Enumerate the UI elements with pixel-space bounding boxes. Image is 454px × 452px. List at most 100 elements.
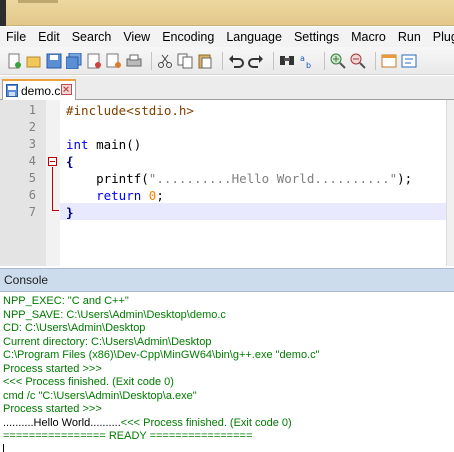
console-line: NPP_EXEC: "C and C++" (3, 295, 129, 309)
copy-icon[interactable] (177, 53, 193, 69)
console-line-text: Process started >>> (3, 403, 102, 415)
toolbar-separator (151, 51, 152, 70)
menu-language[interactable]: Language (220, 27, 288, 47)
new-file-icon[interactable] (6, 53, 22, 69)
close-all-icon[interactable] (106, 53, 122, 69)
line-number: 5 (28, 171, 36, 185)
toolbar-separator (273, 51, 274, 70)
code-line[interactable]: #include<stdio.h> (66, 102, 194, 119)
zoom-in-icon[interactable] (330, 53, 346, 69)
code-line[interactable]: return 0; (66, 187, 164, 204)
line-number: 4 (28, 154, 36, 168)
menu-plug[interactable]: Plug (427, 27, 454, 47)
close-tab-icon[interactable] (61, 84, 72, 95)
console-line-suffix: <<< Process finished. (Exit code 0) (120, 416, 292, 429)
code-token: "..........Hello World.........." (148, 171, 398, 186)
console-title: Console (4, 273, 49, 287)
console-line-text: Process started >>> (3, 362, 102, 375)
title-bar-fragment (18, 0, 58, 3)
code-token: ; (156, 188, 164, 203)
zoom-out-icon[interactable] (350, 53, 366, 69)
line-number: 3 (28, 137, 36, 151)
console-line-text: NPP_EXEC: "C and C++" (3, 295, 129, 307)
code-token: } (66, 205, 74, 220)
fold-end-marker (52, 210, 59, 211)
code-line[interactable]: } (66, 204, 74, 221)
find-icon[interactable] (279, 53, 295, 69)
code-token: #include<stdio.h> (66, 103, 194, 118)
menu-run[interactable]: Run (392, 27, 427, 47)
open-file-icon[interactable] (26, 53, 42, 69)
console-line: cmd /c "C:\Users\Admin\Desktop\a.exe" (3, 390, 197, 404)
close-icon[interactable] (86, 53, 102, 69)
text-cursor (3, 443, 4, 452)
console-line: Current directory: C:\Users\Admin\Deskto… (3, 336, 211, 350)
current-line-highlight (60, 203, 454, 220)
menu-macro[interactable]: Macro (345, 27, 392, 47)
console-line: <<< Process finished. (Exit code 0) (3, 376, 174, 390)
console-line-text: C:\Program Files (x86)\Dev-Cpp\MinGW64\b… (3, 349, 320, 361)
title-bar-edge (0, 0, 6, 26)
print-icon[interactable] (126, 53, 142, 69)
save-icon[interactable] (46, 53, 62, 69)
fold-toggle-icon[interactable] (48, 157, 57, 166)
code-editor[interactable]: 1 2 3 4 5 6 7 #include<stdio.h> int main(){ prin… (0, 100, 454, 266)
console-line: ================ READY ================ (3, 430, 252, 444)
console-line-text: ================ READY ================ (3, 430, 253, 442)
console-line: C:\Program Files (x86)\Dev-Cpp\MinGW64\b… (3, 349, 320, 363)
menu-bar: File Edit Search View Encoding Language Settin… (0, 27, 454, 47)
vertical-scrollbar[interactable] (446, 100, 454, 266)
replace-icon[interactable]: ab (299, 53, 315, 69)
toolbar-separator (324, 51, 325, 70)
code-token: { (66, 154, 74, 169)
save-all-icon[interactable] (66, 52, 82, 69)
code-token: int (66, 137, 89, 152)
console-header: Console (0, 268, 454, 292)
line-number: 1 (28, 103, 36, 117)
file-saved-icon (6, 84, 18, 97)
tab-demo-c[interactable]: demo.c (2, 79, 76, 100)
code-line[interactable]: printf("..........Hello World.........."… (66, 170, 412, 187)
menu-edit[interactable]: Edit (32, 27, 66, 47)
code-line[interactable]: { (66, 153, 74, 170)
console-line: NPP_SAVE: C:\Users\Admin\Desktop\demo.c (3, 309, 226, 323)
fold-margin (46, 100, 60, 266)
code-line[interactable]: int main() (66, 136, 141, 153)
console-line: Process started >>> (3, 403, 102, 417)
toolbar-separator (375, 51, 376, 70)
paste-icon[interactable] (197, 53, 213, 69)
undo-icon[interactable] (228, 53, 244, 69)
console-line-text: Current directory: C:\Users\Admin\Deskto… (3, 335, 212, 348)
menu-view[interactable]: View (117, 27, 156, 47)
console-output[interactable]: NPP_EXEC: "C and C++" NPP_SAVE: C:\Users\… (0, 292, 454, 452)
code-token: main() (88, 137, 142, 152)
svg-text:a: a (300, 54, 305, 63)
console-line: CD: C:\Users\Admin\Desktop (3, 322, 145, 336)
console-line-text: cmd /c "C:\Users\Admin\Desktop\a.exe" (3, 389, 197, 402)
wrap-icon[interactable] (401, 53, 417, 69)
toolbar: ab (0, 47, 454, 75)
cut-icon[interactable] (157, 53, 173, 69)
menu-file[interactable]: File (0, 27, 32, 47)
menu-settings[interactable]: Settings (288, 27, 345, 47)
code-token: return (66, 188, 142, 203)
svg-text:b: b (306, 61, 311, 69)
line-number: 7 (28, 205, 36, 219)
menu-encoding[interactable]: Encoding (156, 27, 220, 47)
menu-search[interactable]: Search (66, 27, 118, 47)
fold-guide (52, 167, 53, 211)
title-bar (0, 0, 454, 26)
code-token: ); (397, 171, 413, 186)
line-number: 6 (28, 188, 36, 202)
code-token: printf( (66, 171, 149, 186)
line-number: 2 (28, 120, 36, 134)
tab-bar: demo.c (0, 76, 454, 100)
sync-scroll-icon[interactable] (381, 53, 397, 69)
console-line-text: <<< Process finished. (Exit code 0) (3, 376, 174, 388)
console-line: ..........Hello World..........<<< Proce… (3, 417, 292, 431)
console-line-text: CD: C:\Users\Admin\Desktop (3, 322, 146, 334)
tab-label: demo.c (21, 83, 61, 98)
console-line-text: NPP_SAVE: C:\Users\Admin\Desktop\demo.c (3, 308, 226, 321)
redo-icon[interactable] (248, 53, 264, 69)
